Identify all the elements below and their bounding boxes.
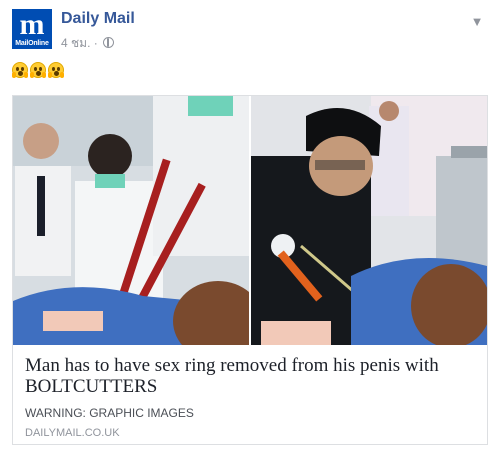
screaming-face-emoji — [48, 62, 64, 78]
link-card-description: WARNING: GRAPHIC IMAGES — [25, 406, 194, 420]
post-meta: 4 ชม. · — [61, 34, 115, 53]
chevron-down-icon[interactable]: ▼ — [468, 13, 486, 31]
page-name-link[interactable]: Daily Mail — [61, 10, 135, 28]
logo-letter: m — [19, 8, 45, 41]
left-photo — [13, 96, 249, 345]
logo-subtext: MailOnline — [15, 40, 49, 47]
right-photo — [251, 96, 487, 345]
page-avatar[interactable]: m MailOnline — [12, 9, 52, 49]
screaming-face-emoji — [12, 62, 28, 78]
link-card-images[interactable] — [13, 96, 487, 345]
globe-icon[interactable] — [103, 37, 115, 48]
meta-separator: · — [93, 36, 98, 50]
link-card[interactable]: Man has to have sex ring removed from hi… — [12, 95, 488, 445]
post-timestamp[interactable]: 4 ชม. — [61, 36, 90, 50]
screaming-face-emoji — [30, 62, 46, 78]
post-text — [12, 62, 64, 84]
link-card-domain: DAILYMAIL.CO.UK — [25, 427, 120, 439]
link-card-title[interactable]: Man has to have sex ring removed from hi… — [25, 355, 477, 397]
post-header: m MailOnline Daily Mail 4 ชม. · ▼ — [12, 9, 488, 53]
